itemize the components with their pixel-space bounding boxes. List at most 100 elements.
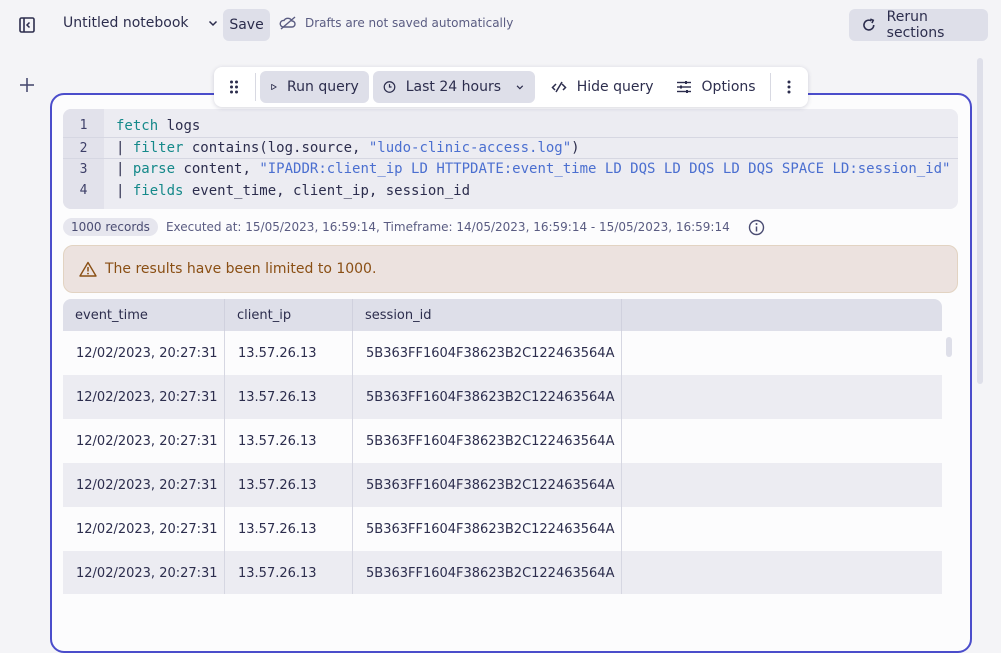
- table-row[interactable]: 12/02/2023, 20:27:31 13.57.26.13 5B363FF16…: [63, 463, 942, 507]
- cell-event-time: 12/02/2023, 20:27:31: [63, 419, 225, 463]
- timeframe-selector[interactable]: Last 24 hours: [372, 71, 535, 103]
- drafts-notice: Drafts are not saved automatically: [279, 16, 513, 30]
- rerun-sections-button[interactable]: Rerun sections: [849, 9, 988, 41]
- code-pipe: |: [116, 140, 133, 156]
- chevron-down-icon: [516, 85, 524, 90]
- code-line: 3 | parse content, "IPADDR:client_ip LD …: [63, 158, 958, 179]
- drafts-notice-text: Drafts are not saved automatically: [305, 16, 514, 30]
- save-button[interactable]: Save: [223, 9, 270, 41]
- notebook-title-dropdown[interactable]: Untitled notebook: [63, 15, 219, 31]
- code-text: contains(log.source,: [183, 140, 369, 156]
- notebook-title: Untitled notebook: [63, 15, 189, 31]
- options-button[interactable]: Options: [666, 71, 766, 103]
- column-header-empty: [622, 299, 942, 331]
- rerun-sections-label: Rerun sections: [886, 9, 945, 41]
- column-header-session-id[interactable]: session_id: [353, 299, 622, 331]
- cell-client-ip: 13.57.26.13: [225, 463, 353, 507]
- code-off-icon: [551, 81, 567, 93]
- line-number: 1: [79, 118, 88, 133]
- code-pipe: |: [116, 161, 133, 177]
- cell-client-ip: 13.57.26.13: [225, 551, 353, 594]
- cell-event-time: 12/02/2023, 20:27:31: [63, 551, 225, 594]
- executed-info: Executed at: 15/05/2023, 16:59:14, Timef…: [165, 220, 730, 234]
- cell-empty: [622, 463, 942, 507]
- refresh-icon: [863, 18, 875, 31]
- code-pipe: |: [116, 182, 133, 199]
- cell-session-id: 5B363FF1604F38623B2C122463564A: [353, 375, 622, 419]
- code-keyword: parse: [132, 161, 176, 177]
- options-label: Options: [701, 79, 756, 95]
- info-icon[interactable]: [748, 219, 765, 236]
- warning-text: The results have been limited to 1000.: [105, 261, 377, 277]
- warning-icon: [79, 261, 97, 277]
- page-scrollbar[interactable]: [977, 58, 983, 384]
- cloud-off-icon: [279, 16, 296, 30]
- table-header: event_time client_ip session_id: [63, 299, 942, 331]
- table-row[interactable]: 12/02/2023, 20:27:31 13.57.26.13 5B363FF16…: [63, 375, 942, 419]
- timeframe-label: Last 24 hours: [405, 79, 501, 95]
- table-row[interactable]: 12/02/2023, 20:27:31 13.57.26.13 5B363FF16…: [63, 507, 942, 551]
- drag-handle-icon[interactable]: [218, 71, 251, 103]
- toolbar-divider: [769, 73, 771, 101]
- cell-client-ip: 13.57.26.13: [225, 507, 353, 551]
- results-table: event_time client_ip session_id 12/02/20…: [63, 299, 942, 594]
- results-limit-warning: The results have been limited to 1000.: [63, 245, 958, 293]
- cell-empty: [622, 551, 942, 594]
- sliders-icon: [676, 81, 691, 93]
- cell-event-time: 12/02/2023, 20:27:31: [63, 463, 225, 507]
- cell-session-id: 5B363FF1604F38623B2C122463564A: [353, 331, 622, 375]
- add-section-icon[interactable]: [18, 76, 36, 94]
- code-text: content,: [175, 161, 260, 177]
- code-keyword: fields: [132, 182, 184, 199]
- execution-meta: 1000 records Executed at: 15/05/2023, 16…: [63, 217, 765, 237]
- code-text: ): [571, 140, 580, 156]
- run-query-button[interactable]: Run query: [259, 71, 369, 103]
- code-line: 4 | fields event_time, client_ip, sessio…: [63, 180, 958, 201]
- code-text: logs: [158, 117, 201, 134]
- cell-event-time: 12/02/2023, 20:27:31: [63, 507, 225, 551]
- table-scrollbar[interactable]: [946, 337, 952, 357]
- code-string: "IPADDR:client_ip LD HTTPDATE:event_time…: [259, 161, 951, 177]
- line-number: 2: [79, 140, 88, 156]
- sidebar-toggle-icon[interactable]: [18, 16, 36, 34]
- play-icon: [270, 84, 277, 90]
- cell-session-id: 5B363FF1604F38623B2C122463564A: [353, 463, 622, 507]
- cell-empty: [622, 331, 942, 375]
- more-options-icon[interactable]: [774, 71, 804, 103]
- toolbar-divider: [254, 73, 256, 101]
- cell-client-ip: 13.57.26.13: [225, 331, 353, 375]
- table-body: 12/02/2023, 20:27:31 13.57.26.13 5B363FF16…: [63, 331, 942, 594]
- run-query-label: Run query: [287, 79, 359, 95]
- cell-empty: [622, 375, 942, 419]
- line-number: 4: [79, 183, 88, 198]
- hide-query-button[interactable]: Hide query: [541, 71, 664, 103]
- cell-empty: [622, 507, 942, 551]
- code-text: event_time, client_ip, session_id: [183, 182, 471, 199]
- clock-icon: [383, 81, 396, 93]
- cell-client-ip: 13.57.26.13: [225, 375, 353, 419]
- cell-event-time: 12/02/2023, 20:27:31: [63, 331, 225, 375]
- records-badge: 1000 records: [63, 218, 158, 236]
- top-bar: Untitled notebook Save Drafts are not sa…: [0, 0, 1001, 50]
- cell-event-time: 12/02/2023, 20:27:31: [63, 375, 225, 419]
- line-number: 3: [79, 161, 88, 177]
- cell-client-ip: 13.57.26.13: [225, 419, 353, 463]
- chevron-down-icon: [208, 20, 217, 27]
- cell-session-id: 5B363FF1604F38623B2C122463564A: [353, 419, 622, 463]
- code-line: 1 fetch logs: [63, 115, 958, 136]
- table-row[interactable]: 12/02/2023, 20:27:31 13.57.26.13 5B363FF16…: [63, 331, 942, 375]
- section-toolbar: Run query Last 24 hours Hide query Optio…: [214, 67, 808, 107]
- query-editor[interactable]: 1 fetch logs 2 | filter contains(log.sou…: [63, 109, 958, 209]
- hide-query-label: Hide query: [576, 79, 654, 95]
- cell-session-id: 5B363FF1604F38623B2C122463564A: [353, 507, 622, 551]
- table-row[interactable]: 12/02/2023, 20:27:31 13.57.26.13 5B363FF16…: [63, 419, 942, 463]
- code-line: 2 | filter contains(log.source, "ludo-cl…: [63, 137, 958, 158]
- column-header-client-ip[interactable]: client_ip: [225, 299, 353, 331]
- code-keyword: filter: [132, 140, 184, 156]
- code-string: "ludo-clinic-access.log": [368, 140, 572, 156]
- code-keyword: fetch: [116, 117, 159, 134]
- cell-session-id: 5B363FF1604F38623B2C122463564A: [353, 551, 622, 594]
- cell-empty: [622, 419, 942, 463]
- table-row[interactable]: 12/02/2023, 20:27:31 13.57.26.13 5B363FF16…: [63, 551, 942, 594]
- column-header-event-time[interactable]: event_time: [63, 299, 225, 331]
